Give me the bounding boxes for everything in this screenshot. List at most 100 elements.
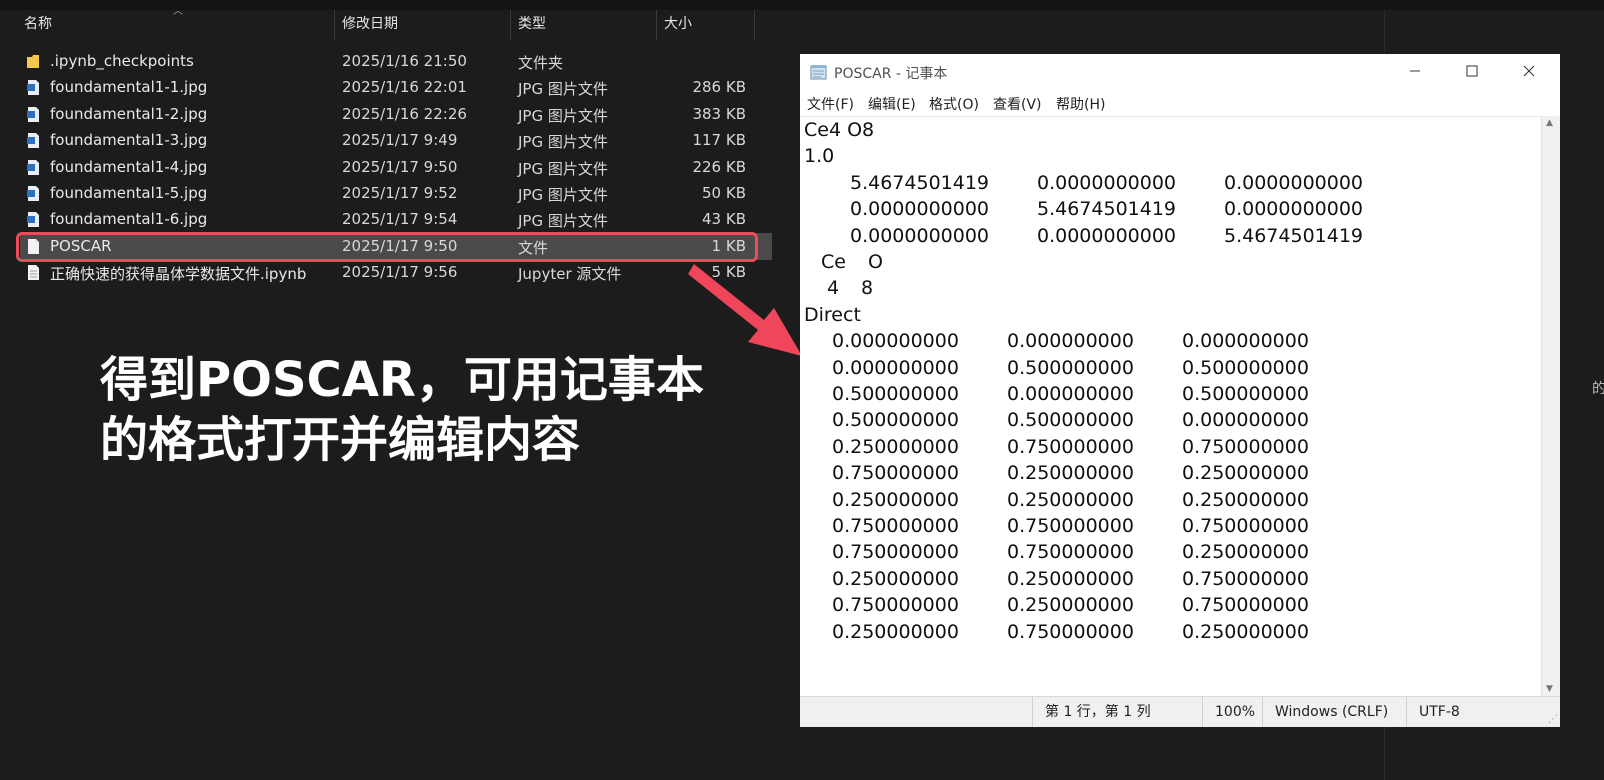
maximize-button[interactable] <box>1443 54 1501 90</box>
atom-position-value: 0.500000000 <box>832 409 959 432</box>
file-row[interactable]: foundamental1-2.jpg 2025/1/16 22:26 JPG 图片… <box>20 101 772 128</box>
atom-position-value: 0.750000000 <box>1182 435 1309 458</box>
menu-format[interactable]: 格式(O) <box>929 94 979 114</box>
column-header-modified[interactable]: 修改日期 <box>338 0 398 40</box>
column-divider[interactable] <box>754 10 755 40</box>
coordinate-type-line: Direct <box>804 303 861 326</box>
file-row[interactable]: foundamental1-3.jpg 2025/1/17 9:49 JPG 图片文… <box>20 127 772 154</box>
file-size: 383 KB <box>692 104 746 123</box>
atom-position-value: 0.250000000 <box>832 620 959 643</box>
minimize-icon <box>1410 70 1420 72</box>
atom-position-value: 0.750000000 <box>1007 435 1134 458</box>
atom-position-value: 0.250000000 <box>832 435 959 458</box>
file-type: JPG 图片文件 <box>518 186 608 204</box>
annotation-text: 得到POSCAR，可用记事本 的格式打开并编辑内容 <box>100 350 704 470</box>
status-line-ending: Windows (CRLF) <box>1262 697 1405 727</box>
scroll-up-icon[interactable]: ▲ <box>1546 118 1553 128</box>
file-row[interactable]: foundamental1-5.jpg 2025/1/17 9:52 JPG 图片文… <box>20 180 772 207</box>
column-header-name[interactable]: 名称 <box>20 0 52 40</box>
atom-position-value: 0.750000000 <box>1007 620 1134 643</box>
file-size: 226 KB <box>692 157 746 176</box>
scroll-down-icon[interactable]: ▼ <box>1546 684 1553 694</box>
file-modified: 2025/1/16 21:50 <box>342 52 467 70</box>
file-type: JPG 图片文件 <box>518 133 608 152</box>
file-row[interactable]: foundamental1-1.jpg 2025/1/16 22:01 JPG 图片… <box>20 74 772 101</box>
file-name: foundamental1-5.jpg <box>50 184 208 202</box>
atom-position-value: 0.250000000 <box>1007 488 1134 511</box>
lattice-value: 0.0000000000 <box>850 224 990 247</box>
file-modified: 2025/1/16 22:01 <box>342 78 467 97</box>
element-count: 8 <box>861 277 874 300</box>
status-zoom: 100% <box>1202 697 1263 727</box>
file-name: foundamental1-2.jpg <box>50 104 208 123</box>
file-type: JPG 图片文件 <box>518 106 608 125</box>
file-row[interactable]: foundamental1-6.jpg 2025/1/17 9:54 JPG 图片文… <box>20 206 772 233</box>
atom-position-value: 0.250000000 <box>832 567 959 590</box>
atom-position-value: 0.000000000 <box>1007 383 1134 405</box>
atom-position-value: 0.250000000 <box>1182 541 1309 564</box>
image-file-icon <box>26 79 40 96</box>
image-file-icon <box>26 185 40 202</box>
poscar-comment-line: Ce4 O8 <box>804 119 875 141</box>
notepad-text-area[interactable]: Ce4 O8 1.0 5.4674501419 0.0000000000 0.00000… <box>800 116 1542 697</box>
element-symbol: O <box>868 251 883 273</box>
close-button[interactable] <box>1500 54 1558 90</box>
poscar-scale-line: 1.0 <box>804 145 835 168</box>
file-size: 50 KB <box>702 184 746 202</box>
lattice-value: 0.0000000000 <box>1224 198 1364 221</box>
atom-position-value: 0.750000000 <box>832 541 959 564</box>
atom-position-value: 0.500000000 <box>1182 356 1309 379</box>
lattice-value: 0.0000000000 <box>1224 171 1364 194</box>
file-modified: 2025/1/17 9:52 <box>342 184 458 202</box>
lattice-value: 0.0000000000 <box>1037 171 1177 194</box>
column-divider[interactable] <box>334 10 335 40</box>
menu-view[interactable]: 查看(V) <box>993 94 1042 114</box>
column-divider[interactable] <box>656 10 657 40</box>
image-file-icon <box>26 159 40 176</box>
file-row[interactable]: foundamental1-4.jpg 2025/1/17 9:50 JPG 图片文… <box>20 154 772 181</box>
file-name: foundamental1-1.jpg <box>50 78 208 97</box>
atom-position-value: 0.000000000 <box>832 356 959 379</box>
file-name: foundamental1-3.jpg <box>50 131 208 150</box>
file-name: foundamental1-4.jpg <box>50 157 208 176</box>
file-type: 文件夹 <box>518 54 564 72</box>
menu-edit[interactable]: 编辑(E) <box>868 94 916 114</box>
atom-position-value: 0.500000000 <box>1182 383 1309 405</box>
file-modified: 2025/1/17 9:49 <box>342 131 458 150</box>
file-name: .ipynb_checkpoints <box>50 52 194 70</box>
lattice-value: 5.4674501419 <box>1224 224 1364 247</box>
file-modified: 2025/1/16 22:26 <box>342 104 467 123</box>
atom-position-value: 0.750000000 <box>1182 594 1309 617</box>
file-row[interactable]: .ipynb_checkpoints 2025/1/16 21:50 文件夹 <box>20 48 772 75</box>
annotation-line-2: 的格式打开并编辑内容 <box>100 412 581 468</box>
lattice-value: 5.4674501419 <box>1037 198 1177 221</box>
folder-icon <box>26 53 40 70</box>
file-type: JPG 图片文件 <box>518 159 608 178</box>
menu-help[interactable]: 帮助(H) <box>1056 94 1105 114</box>
close-icon <box>1523 65 1535 77</box>
atom-position-value: 0.750000000 <box>1007 541 1134 564</box>
file-size: 117 KB <box>692 131 746 150</box>
image-file-icon <box>26 211 40 228</box>
atom-position-value: 0.500000000 <box>832 383 959 405</box>
column-divider[interactable] <box>510 10 511 40</box>
atom-position-value: 0.500000000 <box>1007 409 1134 432</box>
file-size: 286 KB <box>692 78 746 97</box>
status-cursor-position: 第 1 行，第 1 列 <box>1032 697 1203 727</box>
atom-position-value: 0.000000000 <box>1182 330 1309 353</box>
file-type: JPG 图片文件 <box>518 212 608 231</box>
notepad-title-bar[interactable]: POSCAR - 记事本 <box>800 54 1560 90</box>
column-header-size[interactable]: 大小 <box>660 0 692 40</box>
lattice-value: 0.0000000000 <box>850 198 990 221</box>
menu-file[interactable]: 文件(F) <box>807 94 854 114</box>
vertical-scrollbar[interactable]: ▲ ▼ <box>1541 116 1560 696</box>
status-encoding: UTF-8 <box>1406 697 1539 727</box>
file-type: Jupyter 源文件 <box>518 265 622 284</box>
atom-position-value: 0.250000000 <box>1182 488 1309 511</box>
atom-position-value: 0.250000000 <box>1182 462 1309 485</box>
minimize-button[interactable] <box>1386 54 1444 90</box>
column-header-type[interactable]: 类型 <box>514 0 546 40</box>
file-row[interactable]: 正确快速的获得晶体学数据文件.ipynb 2025/1/17 9:56 Jupyte… <box>20 259 772 286</box>
atom-position-value: 0.250000000 <box>832 488 959 511</box>
resize-grip-icon[interactable]: ⋰ <box>1548 714 1558 725</box>
